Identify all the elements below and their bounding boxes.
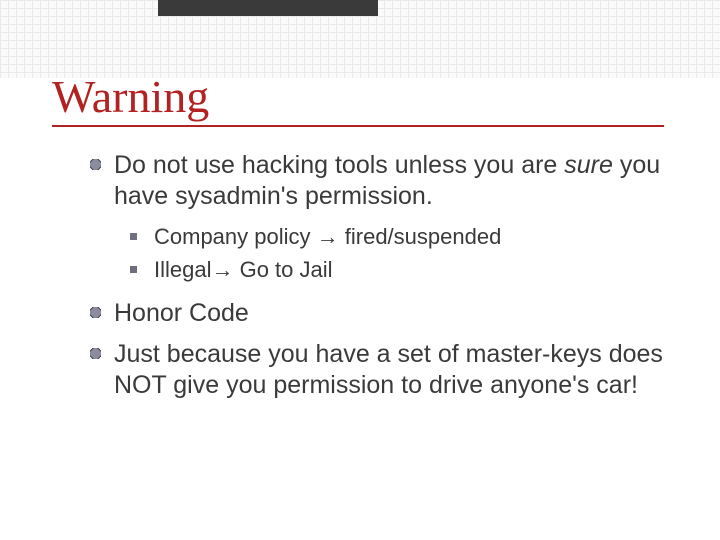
- bullet-item: Just because you have a set of master-ke…: [90, 339, 670, 402]
- diamond-bullet-icon: [90, 159, 101, 170]
- sub-bullet-item: Illegal→ Go to Jail: [130, 256, 670, 284]
- diamond-bullet-icon: [90, 307, 101, 318]
- bullet-text-pre: Do not use hacking tools unless you are: [114, 151, 564, 179]
- slide-body: Do not use hacking tools unless you are …: [90, 150, 670, 411]
- bullet-item: Honor Code: [90, 298, 670, 329]
- slide-title: Warning: [52, 70, 664, 127]
- bullet-text-emph: sure: [564, 151, 613, 179]
- bullet-text: Honor Code: [114, 299, 249, 327]
- sub-text-post: fired/suspended: [339, 224, 502, 249]
- arrow-icon: →: [317, 224, 339, 249]
- sub-bullet-item: Company policy → fired/suspended: [130, 223, 670, 251]
- bullet-item: Do not use hacking tools unless you are …: [90, 150, 670, 213]
- diamond-bullet-icon: [90, 348, 101, 359]
- bullet-text: Just because you have a set of master-ke…: [114, 340, 663, 399]
- arrow-icon: →: [211, 257, 233, 282]
- slide: { "title": "Warning", "bullets": { "b1":…: [0, 0, 720, 540]
- sub-text-pre: Company policy: [154, 224, 317, 249]
- square-bullet-icon: [130, 233, 137, 240]
- sub-bullet-list: Company policy → fired/suspended Illegal…: [130, 223, 670, 284]
- sub-text-pre: Illegal: [154, 257, 211, 282]
- sub-text-post: Go to Jail: [233, 257, 332, 282]
- header-grid-decoration: [0, 0, 720, 78]
- square-bullet-icon: [130, 266, 137, 273]
